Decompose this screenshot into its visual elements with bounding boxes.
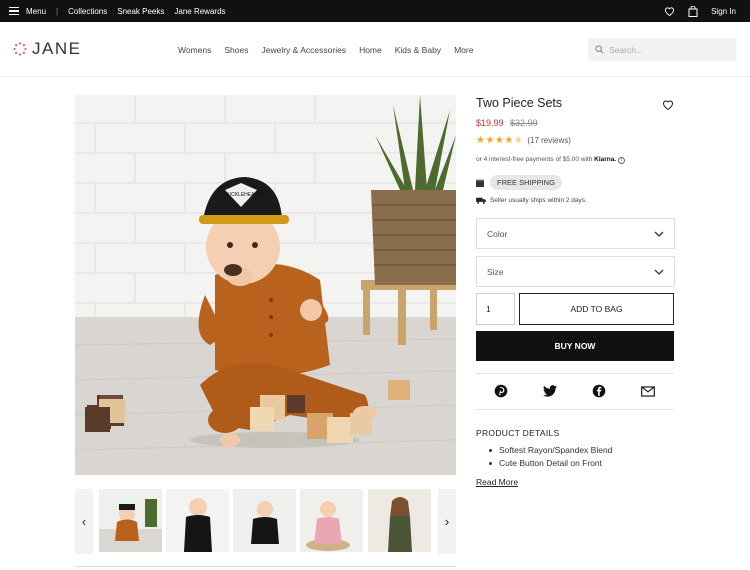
product-details-list: Softest Rayon/Spandex Blend Cute Button … bbox=[489, 445, 612, 471]
buy-now-button[interactable]: BUY NOW bbox=[476, 331, 674, 361]
read-more-link[interactable]: Read More bbox=[476, 477, 518, 487]
top-bar: Menu | Collections Sneak Peeks Jane Rewa… bbox=[0, 0, 750, 22]
thumbnail-3[interactable] bbox=[233, 489, 296, 552]
logo-dots-icon bbox=[13, 42, 27, 56]
thumb-next-button[interactable]: › bbox=[438, 489, 456, 554]
search-icon bbox=[595, 45, 604, 54]
klarna-brand: Klarna. bbox=[594, 156, 617, 163]
nav-more[interactable]: More bbox=[454, 45, 473, 55]
main-product-image[interactable]: KNUCKLEHEADS bbox=[75, 95, 456, 475]
chevron-down-icon bbox=[654, 231, 664, 237]
klarna-text: or 4 interest-free payments of $5.00 wit… bbox=[476, 156, 593, 163]
facebook-icon[interactable] bbox=[592, 384, 606, 403]
heart-icon[interactable] bbox=[664, 6, 675, 16]
color-select[interactable]: Color bbox=[476, 218, 675, 249]
list-item: Cute Button Detail on Front bbox=[489, 458, 612, 468]
nav-womens[interactable]: Womens bbox=[178, 45, 211, 55]
star-rating: ★★★★★ bbox=[476, 135, 524, 146]
list-item: Softest Rayon/Spandex Blend bbox=[489, 445, 612, 455]
site-header: JANE Womens Shoes Jewelry & Accessories … bbox=[0, 22, 750, 77]
nav-shoes[interactable]: Shoes bbox=[224, 45, 248, 55]
review-count[interactable]: (17 reviews) bbox=[527, 136, 571, 145]
price: $19.99 $32.99 bbox=[476, 118, 538, 128]
truck-icon bbox=[476, 197, 486, 204]
product-details-heading: PRODUCT DETAILS bbox=[476, 428, 560, 438]
twitter-icon[interactable] bbox=[543, 384, 557, 402]
hamburger-icon[interactable] bbox=[9, 7, 19, 15]
nav-kids-baby[interactable]: Kids & Baby bbox=[395, 45, 441, 55]
sneak-peeks-link[interactable]: Sneak Peeks bbox=[117, 7, 164, 16]
box-icon bbox=[476, 179, 484, 187]
chevron-down-icon bbox=[654, 269, 664, 275]
divider: | bbox=[56, 6, 59, 16]
chevron-left-icon: ‹ bbox=[81, 514, 87, 529]
size-select[interactable]: Size bbox=[476, 256, 675, 287]
color-select-label: Color bbox=[487, 228, 508, 239]
wishlist-button[interactable] bbox=[662, 97, 674, 115]
search-input[interactable] bbox=[609, 44, 719, 55]
rating[interactable]: ★★★★★ (17 reviews) bbox=[476, 135, 571, 146]
thumbnail-4[interactable] bbox=[300, 489, 363, 552]
email-icon[interactable] bbox=[641, 384, 655, 402]
sale-price: $19.99 bbox=[476, 118, 504, 128]
hat-text: KNUCKLEHEADS bbox=[221, 192, 263, 198]
menu-link[interactable]: Menu bbox=[26, 7, 46, 16]
search-box[interactable] bbox=[588, 38, 736, 61]
size-select-label: Size bbox=[487, 266, 504, 277]
original-price: $32.99 bbox=[510, 118, 538, 128]
ships-text: Seller usually ships within 2 days. bbox=[490, 197, 587, 204]
chevron-right-icon: › bbox=[444, 514, 450, 529]
thumbnail-5[interactable] bbox=[368, 489, 431, 552]
klarna-message: or 4 interest-free payments of $5.00 wit… bbox=[476, 156, 626, 164]
ships-info: Seller usually ships within 2 days. bbox=[476, 197, 587, 204]
quantity-input[interactable]: 1 bbox=[476, 293, 515, 325]
nav-jewelry-accessories[interactable]: Jewelry & Accessories bbox=[262, 45, 347, 55]
share-row bbox=[476, 373, 674, 410]
thumbnail-1[interactable] bbox=[99, 489, 162, 552]
heart-icon bbox=[662, 100, 674, 111]
thumb-prev-button[interactable]: ‹ bbox=[75, 489, 93, 554]
logo[interactable]: JANE bbox=[13, 39, 81, 59]
main-nav: Womens Shoes Jewelry & Accessories Home … bbox=[178, 22, 486, 77]
jane-rewards-link[interactable]: Jane Rewards bbox=[174, 7, 225, 16]
sign-in-link[interactable]: Sign In bbox=[711, 7, 736, 16]
add-to-bag-button[interactable]: ADD TO BAG bbox=[519, 293, 674, 325]
product-title: Two Piece Sets bbox=[476, 96, 563, 110]
nav-home[interactable]: Home bbox=[359, 45, 382, 55]
logo-text: JANE bbox=[32, 39, 82, 58]
bag-icon[interactable] bbox=[688, 5, 698, 17]
collections-link[interactable]: Collections bbox=[68, 7, 107, 16]
shipping-badge-row: FREE SHIPPING bbox=[476, 175, 562, 190]
free-shipping-badge: FREE SHIPPING bbox=[490, 175, 562, 190]
info-icon[interactable]: i bbox=[618, 157, 626, 164]
divider bbox=[75, 566, 456, 567]
pinterest-icon[interactable] bbox=[494, 384, 508, 403]
thumbnail-2[interactable] bbox=[166, 489, 229, 552]
